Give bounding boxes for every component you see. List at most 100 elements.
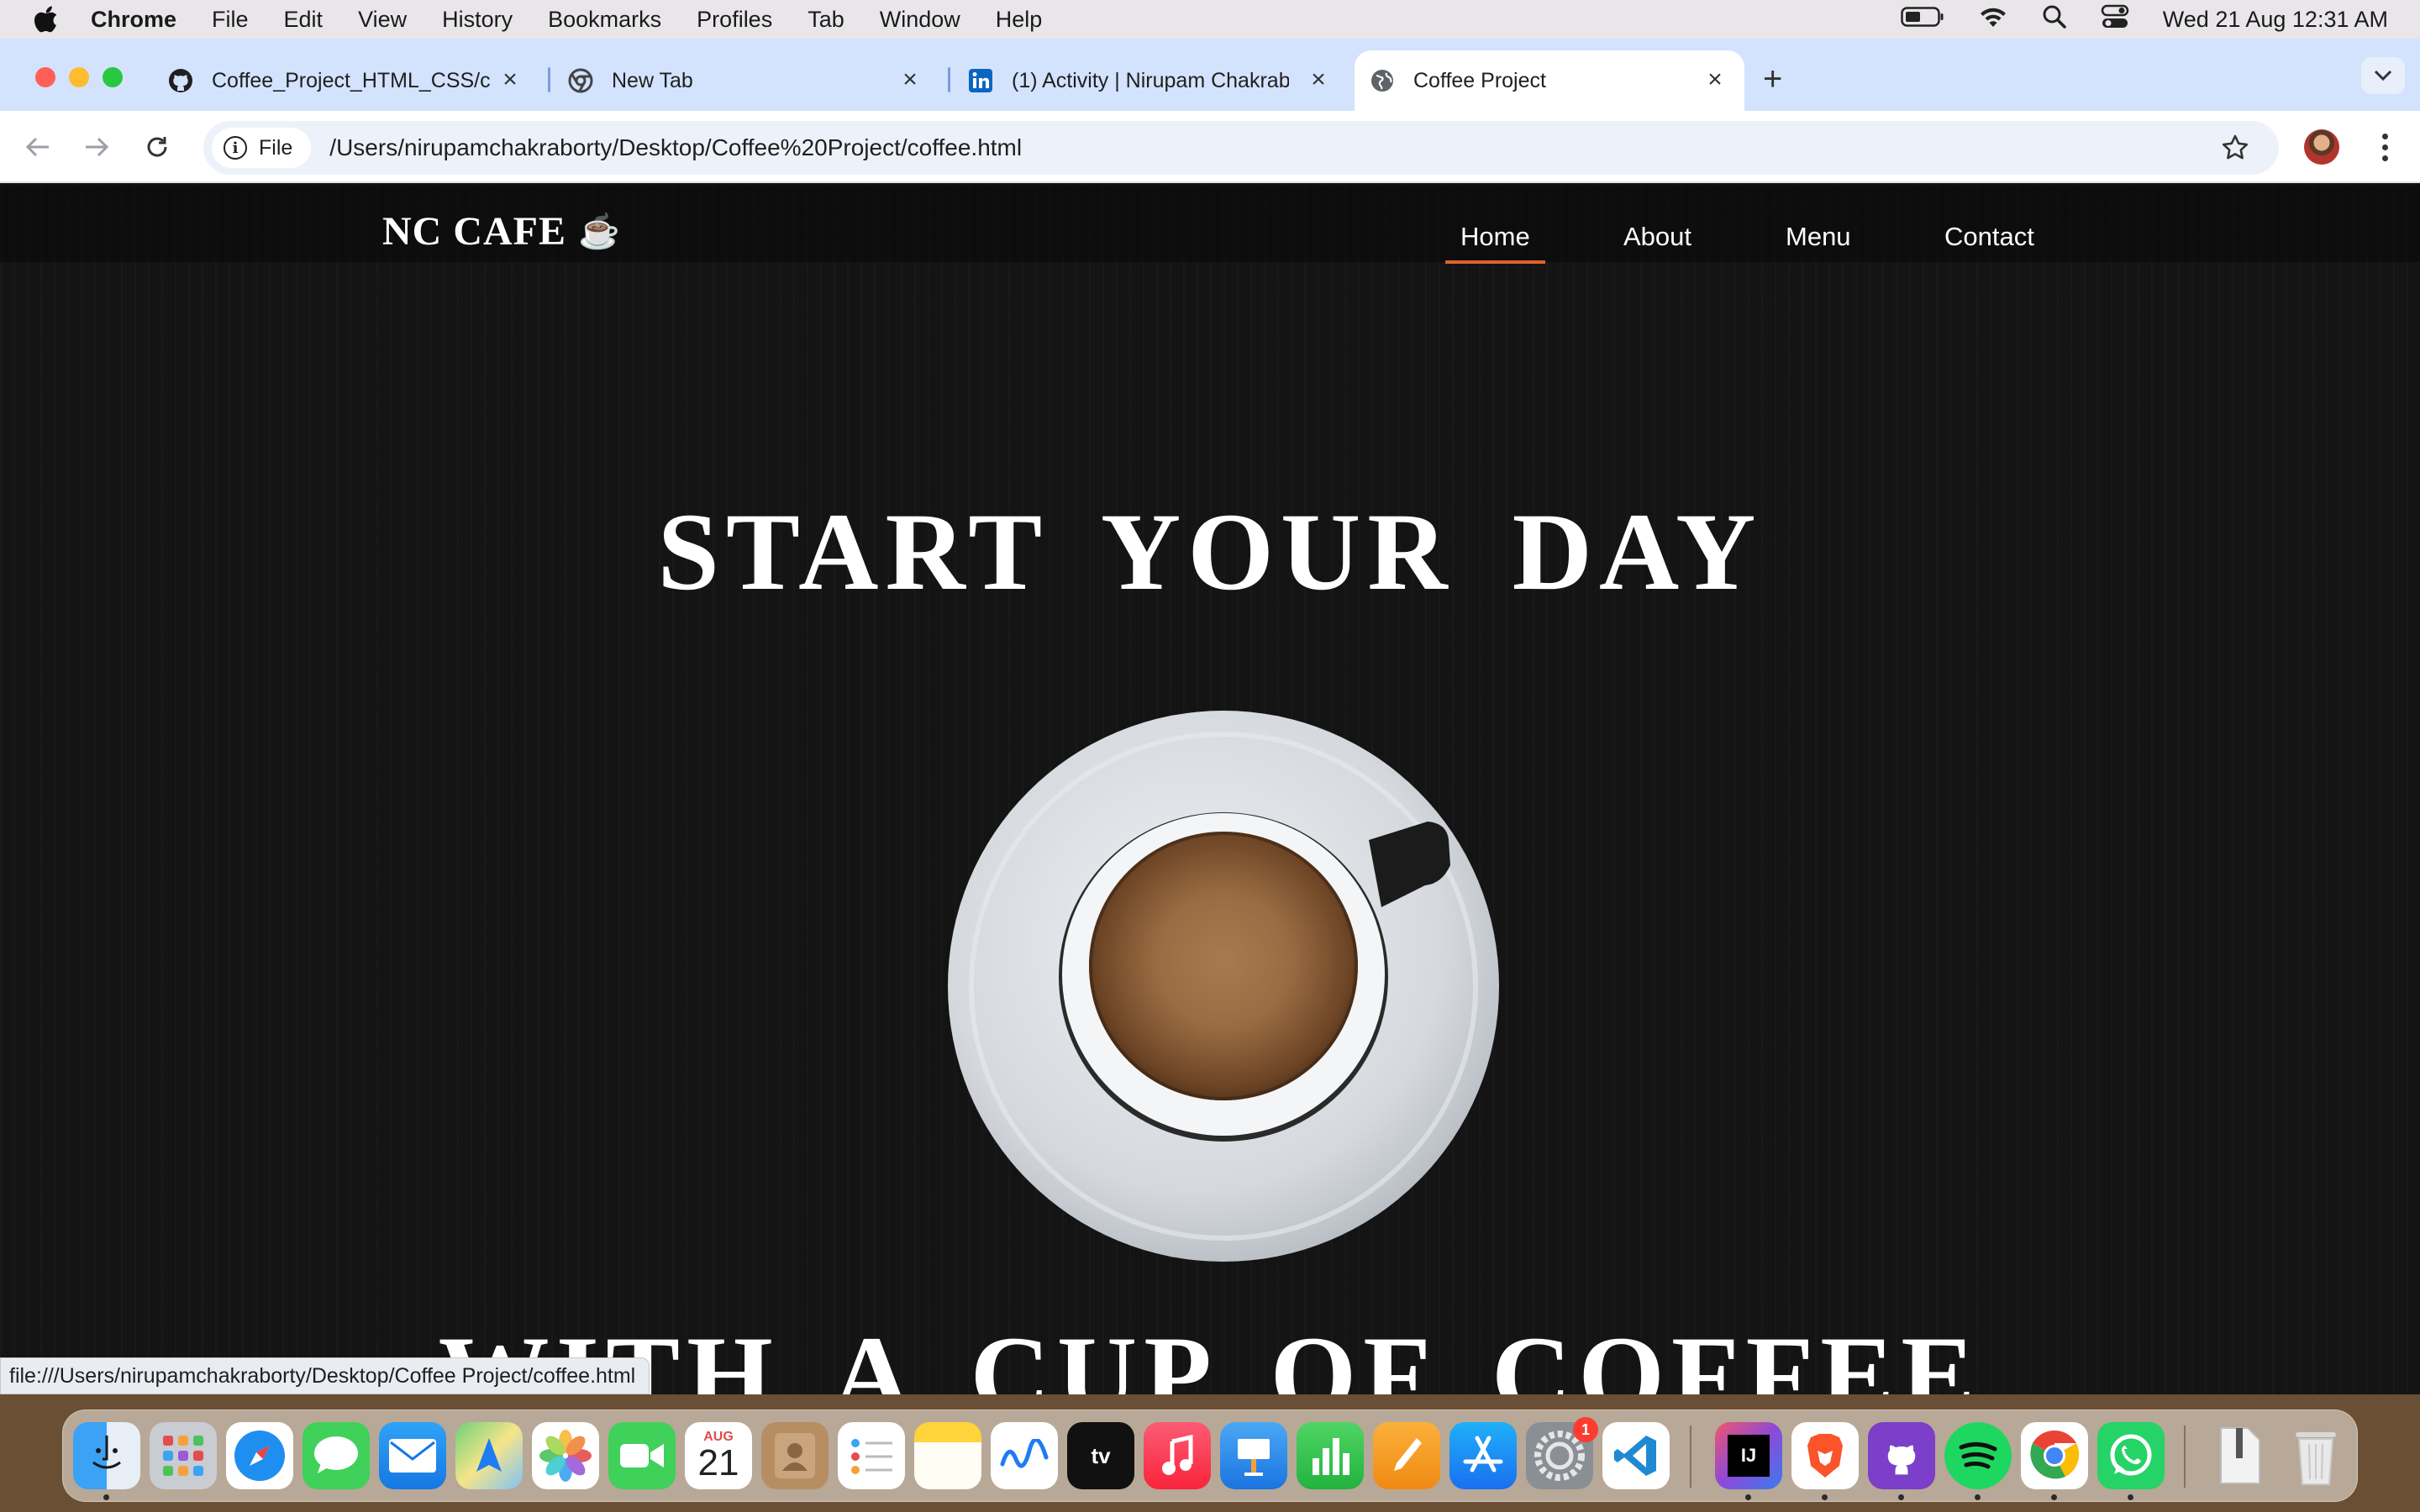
zip-archive-icon[interactable]	[2206, 1422, 2273, 1489]
new-tab-plus-icon[interactable]: +	[1763, 62, 1782, 96]
launchpad-icon[interactable]	[150, 1422, 217, 1489]
app-store-icon[interactable]	[1449, 1422, 1517, 1489]
chrome-dock-icon[interactable]	[2021, 1422, 2088, 1489]
tab-title: Coffee_Project_HTML_CSS/c	[212, 68, 491, 92]
calendar-icon[interactable]: AUG 21	[685, 1422, 752, 1489]
intellij-idea-icon[interactable]: IJ	[1715, 1422, 1782, 1489]
close-window-button[interactable]	[35, 67, 55, 87]
spotify-icon[interactable]	[1944, 1422, 2012, 1489]
forward-arrow-icon[interactable]	[79, 129, 114, 165]
safari-icon[interactable]	[226, 1422, 293, 1489]
pages-icon[interactable]	[1373, 1422, 1440, 1489]
system-settings-icon[interactable]: 1	[1526, 1417, 1598, 1489]
browser-toolbar: i File /Users/nirupamchakraborty/Desktop…	[0, 111, 2420, 183]
running-indicator	[1898, 1494, 1904, 1500]
whatsapp-icon[interactable]	[2097, 1422, 2165, 1489]
notes-icon[interactable]	[914, 1422, 981, 1489]
bookmark-star-icon[interactable]	[2218, 131, 2252, 165]
running-indicator	[1745, 1494, 1751, 1500]
facetime-icon[interactable]	[608, 1422, 676, 1489]
menu-edit[interactable]: Edit	[284, 7, 324, 33]
tab-coffee-project[interactable]: Coffee Project ×	[1355, 50, 1744, 111]
tab-title: (1) Activity | Nirupam Chakrab	[1012, 68, 1289, 92]
nav-link-menu[interactable]: Menu	[1786, 222, 1851, 252]
brave-browser-icon[interactable]	[1791, 1422, 1859, 1489]
menu-app-name[interactable]: Chrome	[91, 7, 176, 33]
tab-divider	[548, 67, 550, 92]
close-tab-icon[interactable]: ×	[497, 67, 523, 92]
keynote-icon[interactable]	[1220, 1422, 1287, 1489]
apple-tv-icon[interactable]: tv	[1067, 1422, 1134, 1489]
tab-divider	[948, 67, 950, 92]
maximize-window-button[interactable]	[103, 67, 123, 87]
apple-icon[interactable]	[34, 5, 59, 34]
spotlight-search-icon[interactable]	[2042, 4, 2067, 35]
profile-avatar[interactable]	[2304, 129, 2339, 165]
site-logo[interactable]: NC CAFE ☕	[382, 208, 621, 255]
vscode-icon[interactable]	[1602, 1422, 1670, 1489]
tab-title: New Tab	[612, 68, 693, 92]
music-icon[interactable]	[1144, 1422, 1211, 1489]
close-tab-icon[interactable]: ×	[1306, 67, 1331, 92]
chrome-window: Coffee_Project_HTML_CSS/c × New Tab × (1…	[0, 39, 2420, 1394]
site-navbar: NC CAFE ☕ Home About Menu Contact	[0, 185, 2420, 264]
menu-bookmarks[interactable]: Bookmarks	[548, 7, 661, 33]
finder-icon[interactable]	[73, 1422, 140, 1489]
minimize-window-button[interactable]	[69, 67, 89, 87]
reminders-icon[interactable]	[838, 1422, 905, 1489]
close-tab-icon[interactable]: ×	[897, 67, 923, 92]
tab-search-chevron-icon[interactable]	[2361, 57, 2405, 94]
site-info-label: File	[259, 135, 293, 160]
mail-icon[interactable]	[379, 1422, 446, 1489]
chrome-icon	[568, 68, 593, 93]
info-icon: i	[224, 136, 247, 160]
trash-icon[interactable]	[2282, 1422, 2349, 1489]
control-center-icon[interactable]	[2101, 4, 2129, 35]
maps-icon[interactable]	[455, 1422, 523, 1489]
nav-link-home[interactable]: Home	[1445, 222, 1545, 264]
menu-help[interactable]: Help	[996, 7, 1043, 33]
menu-history[interactable]: History	[442, 7, 513, 33]
close-tab-icon[interactable]: ×	[1702, 67, 1728, 92]
tab-title: Coffee Project	[1413, 68, 1546, 92]
menu-window[interactable]: Window	[880, 7, 960, 33]
menubar-datetime[interactable]: Wed 21 Aug 12:31 AM	[2163, 7, 2388, 33]
menu-tab[interactable]: Tab	[808, 7, 844, 33]
back-arrow-icon[interactable]	[20, 129, 55, 165]
site-info-chip[interactable]: i File	[212, 128, 312, 168]
macos-dock: AUG 21 tv 1 IJ	[62, 1410, 2358, 1502]
battery-icon[interactable]	[1901, 6, 1944, 34]
hero-headline-top: START YOUR DAY	[657, 490, 1763, 613]
window-controls	[35, 67, 123, 87]
messages-icon[interactable]	[302, 1422, 370, 1489]
github-desktop-icon[interactable]	[1868, 1422, 1935, 1489]
menubar-status-area: Wed 21 Aug 12:31 AM	[1901, 0, 2388, 39]
freeform-icon[interactable]	[991, 1422, 1058, 1489]
running-indicator	[103, 1494, 109, 1500]
dock-separator	[2184, 1425, 2186, 1488]
tab-github[interactable]: Coffee_Project_HTML_CSS/c ×	[153, 50, 539, 111]
menu-file[interactable]: File	[212, 7, 249, 33]
globe-icon	[1370, 68, 1395, 93]
nav-link-about[interactable]: About	[1623, 222, 1691, 252]
nav-link-contact[interactable]: Contact	[1944, 222, 2034, 252]
menu-profiles[interactable]: Profiles	[697, 7, 772, 33]
tab-new-tab[interactable]: New Tab ×	[553, 50, 939, 111]
running-indicator	[2051, 1494, 2057, 1500]
url-text[interactable]: /Users/nirupamchakraborty/Desktop/Coffee…	[329, 134, 2218, 161]
tab-strip: Coffee_Project_HTML_CSS/c × New Tab × (1…	[0, 39, 2420, 111]
contacts-icon[interactable]	[761, 1422, 829, 1489]
menu-view[interactable]: View	[358, 7, 407, 33]
address-bar[interactable]: i File /Users/nirupamchakraborty/Desktop…	[203, 121, 2279, 175]
more-menu-icon[interactable]	[2368, 129, 2402, 165]
link-hover-status-bar: file:///Users/nirupamchakraborty/Desktop…	[0, 1357, 650, 1394]
reload-icon[interactable]	[139, 129, 175, 165]
intellij-label: IJ	[1728, 1435, 1770, 1477]
calendar-day: 21	[697, 1442, 739, 1483]
photos-icon[interactable]	[532, 1422, 599, 1489]
tab-linkedin[interactable]: (1) Activity | Nirupam Chakrab ×	[953, 50, 1348, 111]
wifi-icon[interactable]	[1978, 5, 2008, 34]
numbers-icon[interactable]	[1297, 1422, 1364, 1489]
web-page: NC CAFE ☕ Home About Menu Contact START …	[0, 185, 2420, 1394]
dock-separator	[1690, 1425, 1691, 1488]
